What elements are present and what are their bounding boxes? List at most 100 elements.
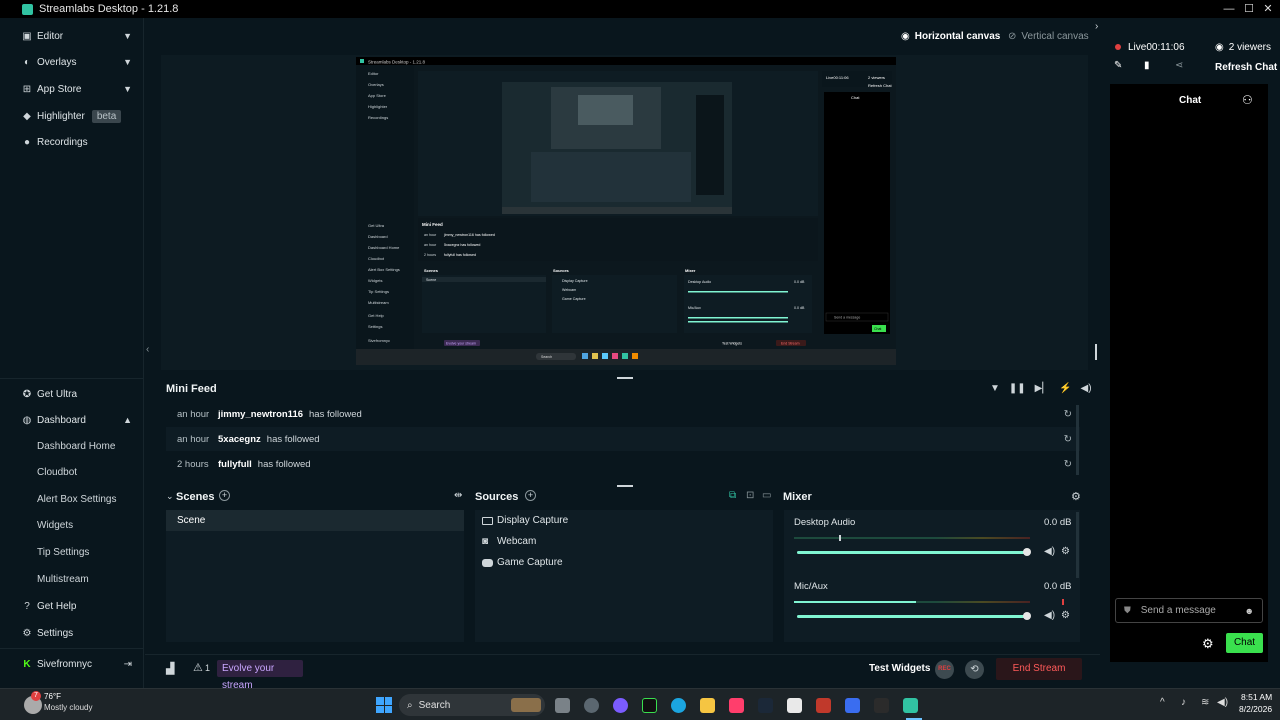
sidebar-sub-cloudbot[interactable]: Cloudbot <box>37 464 77 482</box>
chevron-up-icon[interactable]: ^ <box>1160 697 1165 708</box>
divider <box>0 648 144 649</box>
channel-settings-icon[interactable]: ⚙ <box>1061 610 1070 621</box>
tiktok-icon[interactable] <box>729 698 744 713</box>
feed-scrollbar[interactable] <box>1076 405 1079 475</box>
folder-icon[interactable]: ▭ <box>762 490 771 501</box>
eye-icon: ◉ <box>1215 42 1224 53</box>
clip-icon[interactable]: ▮ <box>1144 60 1150 71</box>
microphone-icon[interactable]: ♪ <box>1181 697 1186 708</box>
sidebar-item-app-store[interactable]: ⊞ App Store ▼ <box>0 76 144 102</box>
taskbar-search[interactable]: ⌕ Search <box>399 694 545 716</box>
replay-buffer-icon[interactable]: ⟲ <box>965 660 984 679</box>
add-source-icon[interactable]: + <box>525 490 536 501</box>
sidebar-sub-alert-box-settings[interactable]: Alert Box Settings <box>37 491 116 509</box>
add-folder-icon[interactable]: ⊡ <box>746 490 754 501</box>
emoji-icon[interactable]: ☻ <box>1245 606 1254 616</box>
repeat-icon[interactable]: ↻ <box>1064 409 1072 420</box>
collapse-sidebar-icon[interactable]: ‹ <box>146 344 149 355</box>
file-explorer-icon[interactable] <box>700 698 715 713</box>
add-scene-icon[interactable]: + <box>219 490 230 501</box>
vertical-canvas-tab[interactable]: ⊘ Vertical canvas <box>1008 31 1089 42</box>
filter-icon[interactable]: ▼ <box>990 383 1000 394</box>
scene-item[interactable]: Scene <box>166 510 464 531</box>
close-button[interactable]: ✕ <box>1256 0 1280 18</box>
sidebar-item-settings[interactable]: ⚙ Settings <box>0 620 144 646</box>
sidebar-item-get-help[interactable]: ? Get Help <box>0 593 144 619</box>
chevron-right-icon[interactable]: › <box>1095 21 1098 32</box>
collapse-icon[interactable]: ⌄ <box>166 491 174 502</box>
repeat-icon[interactable]: ↻ <box>1064 459 1072 470</box>
wifi-icon[interactable]: ≋ <box>1201 697 1209 708</box>
speaker-icon[interactable]: ◀) <box>1044 546 1055 557</box>
mixer-title: Mixer <box>783 491 812 503</box>
streamlabs-taskbar-icon[interactable] <box>903 698 918 713</box>
terminal-app-icon[interactable] <box>642 698 657 713</box>
record-button[interactable]: REC <box>935 660 954 679</box>
share-icon[interactable]: ⋖ <box>1175 60 1183 71</box>
chevron-down-icon[interactable]: ▼ <box>123 84 132 94</box>
volume-icon[interactable]: ◀) <box>1081 383 1092 394</box>
sidebar-sub-dashboard-home[interactable]: Dashboard Home <box>37 438 115 456</box>
send-chat-button[interactable]: Chat <box>1226 633 1263 653</box>
chevron-down-icon[interactable]: ▼ <box>123 57 132 67</box>
sidebar-sub-multistream[interactable]: Multistream <box>37 571 89 589</box>
sidebar-item-dashboard[interactable]: ◍ Dashboard ▲ <box>0 407 144 433</box>
chat-tab[interactable]: Chat <box>1179 95 1201 106</box>
sidebar-item-recordings[interactable]: ● Recordings <box>0 129 144 155</box>
refresh-chat-button[interactable]: Refresh Chat <box>1215 62 1277 73</box>
source-item[interactable]: Display Capture <box>482 515 568 526</box>
sidebar-item-label: Get Help <box>37 600 77 612</box>
resize-handle[interactable] <box>617 377 633 379</box>
warning-icon[interactable]: ⚠ <box>193 661 203 674</box>
logout-icon[interactable]: ⇥ <box>124 659 132 670</box>
rockstar-app-icon[interactable] <box>816 698 831 713</box>
source-item[interactable]: Game Capture <box>482 557 563 568</box>
source-item[interactable]: ◙ Webcam <box>482 536 536 547</box>
clock-date[interactable]: 8/2/2026 <box>1239 704 1272 714</box>
sidebar-item-editor[interactable]: ▣ Editor ▼ <box>0 23 144 49</box>
volume-slider-knob[interactable] <box>1023 548 1031 556</box>
user-list-icon[interactable]: ⚇ <box>1242 93 1253 107</box>
sidebar-sub-widgets[interactable]: Widgets <box>37 517 73 535</box>
edge-browser-icon[interactable] <box>671 698 686 713</box>
test-widgets-button[interactable]: Test Widgets <box>869 663 930 674</box>
stream-preview[interactable]: Streamlabs Desktop - 1.21.8 Editor Overla… <box>356 57 896 365</box>
chevron-down-icon[interactable]: ▼ <box>123 31 132 41</box>
performance-icon[interactable]: ▟ <box>166 662 174 675</box>
mute-alerts-icon[interactable]: ⚡ <box>1059 383 1071 394</box>
sidebar-item-highlighter[interactable]: ◆ Highlighter beta <box>0 103 144 129</box>
resize-handle[interactable] <box>617 485 633 487</box>
sidebar-account[interactable]: K Sivefromnyc ⇥ <box>0 651 144 677</box>
repeat-icon[interactable]: ↻ <box>1064 434 1072 445</box>
steam-icon[interactable] <box>758 698 773 713</box>
discord-icon[interactable] <box>613 698 628 713</box>
windows-start-icon[interactable] <box>376 697 392 713</box>
mixer-scrollbar[interactable] <box>1076 512 1079 578</box>
chat-input[interactable]: ⛊ Send a message ☻ <box>1115 598 1263 623</box>
sidebar-sub-tip-settings[interactable]: Tip Settings <box>37 544 89 562</box>
chat-resize-handle[interactable] <box>1095 344 1097 360</box>
roblox-icon[interactable] <box>845 698 860 713</box>
volume-tray-icon[interactable]: ◀) <box>1217 697 1228 708</box>
chevron-up-icon[interactable]: ▲ <box>123 415 132 425</box>
horizontal-canvas-tab[interactable]: ◉ Horizontal canvas <box>901 31 1000 42</box>
edit-stream-info-icon[interactable]: ✎ <box>1114 60 1122 71</box>
sidebar-item-get-ultra[interactable]: ✪ Get Ultra <box>0 381 144 407</box>
skip-icon[interactable]: ▶▏ <box>1035 383 1050 394</box>
scene-transitions-icon[interactable]: ⇹ <box>454 490 462 501</box>
speaker-icon[interactable]: ◀) <box>1044 610 1055 621</box>
chat-settings-icon[interactable]: ⚙ <box>1202 636 1214 652</box>
evolve-stream-button[interactable]: Evolve your stream <box>217 660 303 691</box>
notes-app-icon[interactable] <box>787 698 802 713</box>
task-view-icon[interactable] <box>555 698 570 713</box>
sidebar-item-overlays[interactable]: ◐ Overlays ▼ <box>0 49 144 75</box>
channel-settings-icon[interactable]: ⚙ <box>1061 546 1070 557</box>
settings-app-icon[interactable] <box>584 698 599 713</box>
capcut-icon[interactable] <box>874 698 889 713</box>
clock-time[interactable]: 8:51 AM <box>1241 692 1272 702</box>
volume-slider-knob[interactable] <box>1023 612 1031 620</box>
mixer-settings-icon[interactable]: ⚙ <box>1071 490 1081 503</box>
end-stream-button[interactable]: End Stream <box>996 658 1082 680</box>
selective-recording-icon[interactable]: ⧉ <box>729 490 736 501</box>
pause-icon[interactable]: ❚❚ <box>1009 383 1026 394</box>
